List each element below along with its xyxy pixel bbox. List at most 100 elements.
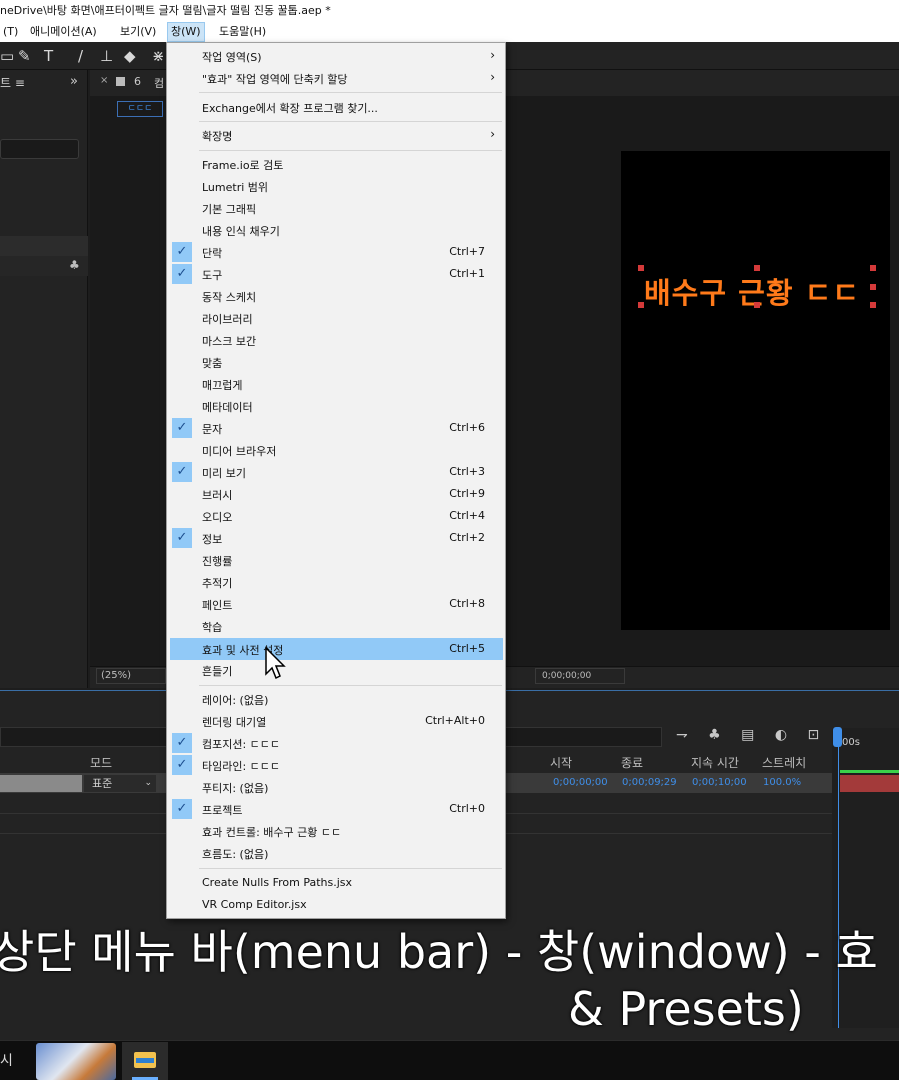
composition-tab[interactable]: 컴: [154, 75, 164, 91]
timeline-switches[interactable]: ⇁ ♣ ▤ ◐ ⊡: [676, 727, 827, 743]
menu-item-shortcut: Ctrl+0: [449, 802, 485, 815]
menu-item-preview[interactable]: ✓ 미리 보기 Ctrl+3: [170, 461, 503, 483]
menu-item-info[interactable]: ✓ 정보 Ctrl+2: [170, 527, 503, 549]
menu-item-workspace[interactable]: 작업 영역(S) ›: [170, 45, 503, 67]
panel-overflow-icon[interactable]: »: [70, 74, 78, 89]
menu-item-libraries[interactable]: 라이브러리: [170, 307, 503, 329]
mouse-cursor-icon: [265, 646, 286, 680]
menu-item-content-aware-fill[interactable]: 내용 인식 채우기: [170, 219, 503, 241]
bbox-handle[interactable]: [870, 284, 876, 290]
menu-item-paragraph[interactable]: ✓ 단락 Ctrl+7: [170, 241, 503, 263]
menu-item-wiggler[interactable]: 흔들기: [170, 659, 503, 681]
bbox-handle[interactable]: [638, 265, 644, 271]
menu-help[interactable]: 도움말(H): [216, 22, 269, 42]
menu-item-flowchart[interactable]: 흐름도: (없음): [170, 842, 503, 864]
menu-item-character[interactable]: ✓ 문자 Ctrl+6: [170, 417, 503, 439]
menu-item-smoother[interactable]: 매끄럽게: [170, 373, 503, 395]
layer-duration[interactable]: 0;00;10;00: [692, 777, 747, 788]
menu-item-vr-comp-editor[interactable]: VR Comp Editor.jsx: [170, 894, 503, 916]
menu-item-media-browser[interactable]: 미디어 브라우저: [170, 439, 503, 461]
menu-item-label: 매끄럽게: [202, 379, 243, 392]
menu-item-paint[interactable]: 페인트 Ctrl+8: [170, 593, 503, 615]
menu-item-create-nulls-script[interactable]: Create Nulls From Paths.jsx: [170, 872, 503, 894]
playhead-handle[interactable]: [833, 727, 842, 747]
menu-item-progress[interactable]: 진행률: [170, 549, 503, 571]
pen-tool-icon[interactable]: ✎: [18, 46, 31, 66]
playhead[interactable]: [838, 728, 839, 1028]
bbox-handle[interactable]: [870, 302, 876, 308]
roto-brush-tool-icon[interactable]: ⋇: [152, 46, 165, 66]
taskbar-widget-image[interactable]: [36, 1043, 116, 1080]
flowchart-icon[interactable]: ♣: [69, 258, 80, 272]
menu-item-exchange[interactable]: Exchange에서 확장 프로그램 찾기...: [170, 96, 503, 118]
blend-mode-dropdown[interactable]: 표준 ⌄: [84, 775, 156, 792]
menu-item-timeline[interactable]: ✓ 타임라인: ㄷㄷㄷ: [170, 754, 503, 776]
menu-item-footage[interactable]: 푸티지: (없음): [170, 776, 503, 798]
comp-canvas[interactable]: [621, 151, 890, 630]
menu-item-tools[interactable]: ✓ 도구 Ctrl+1: [170, 263, 503, 285]
bbox-handle[interactable]: [754, 265, 760, 271]
bbox-handle[interactable]: [638, 302, 644, 308]
menu-item-motion-sketch[interactable]: 동작 스케치: [170, 285, 503, 307]
menu-item-label: 타임라인: ㄷㄷㄷ: [202, 760, 281, 773]
layer-duration-bar[interactable]: [840, 775, 899, 792]
menu-item-shortcut: Ctrl+1: [449, 267, 485, 280]
menu-animation[interactable]: 애니메이션(A): [27, 22, 100, 42]
layer-name-cell[interactable]: [0, 775, 82, 792]
menu-item-align[interactable]: 맞춤: [170, 351, 503, 373]
lock-icon[interactable]: 6: [134, 75, 141, 88]
menu-item-essential-graphics[interactable]: 기본 그래픽: [170, 197, 503, 219]
menu-item-tracker[interactable]: 추적기: [170, 571, 503, 593]
menu-view[interactable]: 보기(V): [117, 22, 159, 42]
menu-item-metadata[interactable]: 메타데이터: [170, 395, 503, 417]
type-tool-icon[interactable]: T: [44, 46, 53, 66]
bbox-handle[interactable]: [754, 302, 760, 308]
menu-item-lumetri[interactable]: Lumetri 범위: [170, 175, 503, 197]
menu-item-render-queue[interactable]: 렌더링 대기열 Ctrl+Alt+0: [170, 710, 503, 732]
menu-item-brushes[interactable]: 브러시 Ctrl+9: [170, 483, 503, 505]
bbox-handle[interactable]: [870, 265, 876, 271]
menu-item-label: Frame.io로 검토: [202, 159, 284, 172]
menu-item-label: 컴포지션: ㄷㄷㄷ: [202, 738, 281, 751]
menu-item-effects-presets[interactable]: 효과 및 사전 설정 Ctrl+5: [170, 638, 503, 660]
menu-item-effect-controls[interactable]: 효과 컨트롤: 배수구 근황 ㄷㄷ: [170, 820, 503, 842]
rectangle-tool-icon[interactable]: ▭: [0, 46, 14, 66]
menu-separator: [199, 868, 502, 869]
menu-item-label: 확장명: [202, 130, 233, 143]
menu-item-mask-interpolation[interactable]: 마스크 보간: [170, 329, 503, 351]
menu-item-shortcut: Ctrl+6: [449, 421, 485, 434]
current-time-display[interactable]: 0;00;00;00: [535, 668, 625, 684]
menu-item-label: 레이어: (없음): [202, 694, 269, 707]
zoom-dropdown[interactable]: (25%): [96, 668, 166, 684]
time-ruler-label: 00s: [842, 737, 860, 748]
menu-item-assign-shortcut[interactable]: "효과" 작업 영역에 단축키 할당 ›: [170, 67, 503, 89]
menu-item-extensions[interactable]: 확장명 ›: [170, 124, 503, 146]
project-search-input[interactable]: [0, 139, 79, 159]
comp-color-icon: [116, 77, 125, 86]
menu-separator: [199, 121, 502, 122]
menu-layer[interactable]: (T): [0, 22, 21, 42]
subtitle-line-2: & Presets): [568, 982, 804, 1036]
canvas-text-layer[interactable]: 배수구 근황 ㄷㄷ: [644, 270, 860, 312]
menu-item-label: 내용 인식 채우기: [202, 225, 280, 238]
eraser-tool-icon[interactable]: ◆: [124, 46, 136, 66]
menu-item-frameio[interactable]: Frame.io로 검토: [170, 153, 503, 175]
file-explorer-icon[interactable]: [122, 1042, 168, 1080]
comp-breadcrumb[interactable]: ㄷㄷㄷ: [117, 101, 163, 117]
menu-item-learn[interactable]: 학습: [170, 615, 503, 637]
taskbar-search-label[interactable]: 시: [0, 1050, 13, 1070]
menu-item-audio[interactable]: 오디오 Ctrl+4: [170, 505, 503, 527]
layer-out-time[interactable]: 0;00;09;29: [622, 777, 677, 788]
menu-window[interactable]: 창(W): [167, 22, 205, 42]
menu-item-layer[interactable]: 레이어: (없음): [170, 688, 503, 710]
project-tab[interactable]: 트 ≡: [0, 74, 25, 91]
menu-item-composition[interactable]: ✓ 컴포지션: ㄷㄷㄷ: [170, 732, 503, 754]
clone-stamp-tool-icon[interactable]: ⊥: [100, 46, 113, 66]
layer-in-time[interactable]: 0;00;00;00: [553, 777, 608, 788]
work-area-bar[interactable]: [840, 770, 899, 773]
layer-stretch[interactable]: 100.0%: [763, 777, 801, 788]
brush-tool-icon[interactable]: /: [78, 46, 83, 66]
menu-item-project[interactable]: ✓ 프로젝트 Ctrl+0: [170, 798, 503, 820]
timeline-tracks[interactable]: [832, 728, 899, 1028]
close-tab-icon[interactable]: ×: [100, 75, 108, 86]
